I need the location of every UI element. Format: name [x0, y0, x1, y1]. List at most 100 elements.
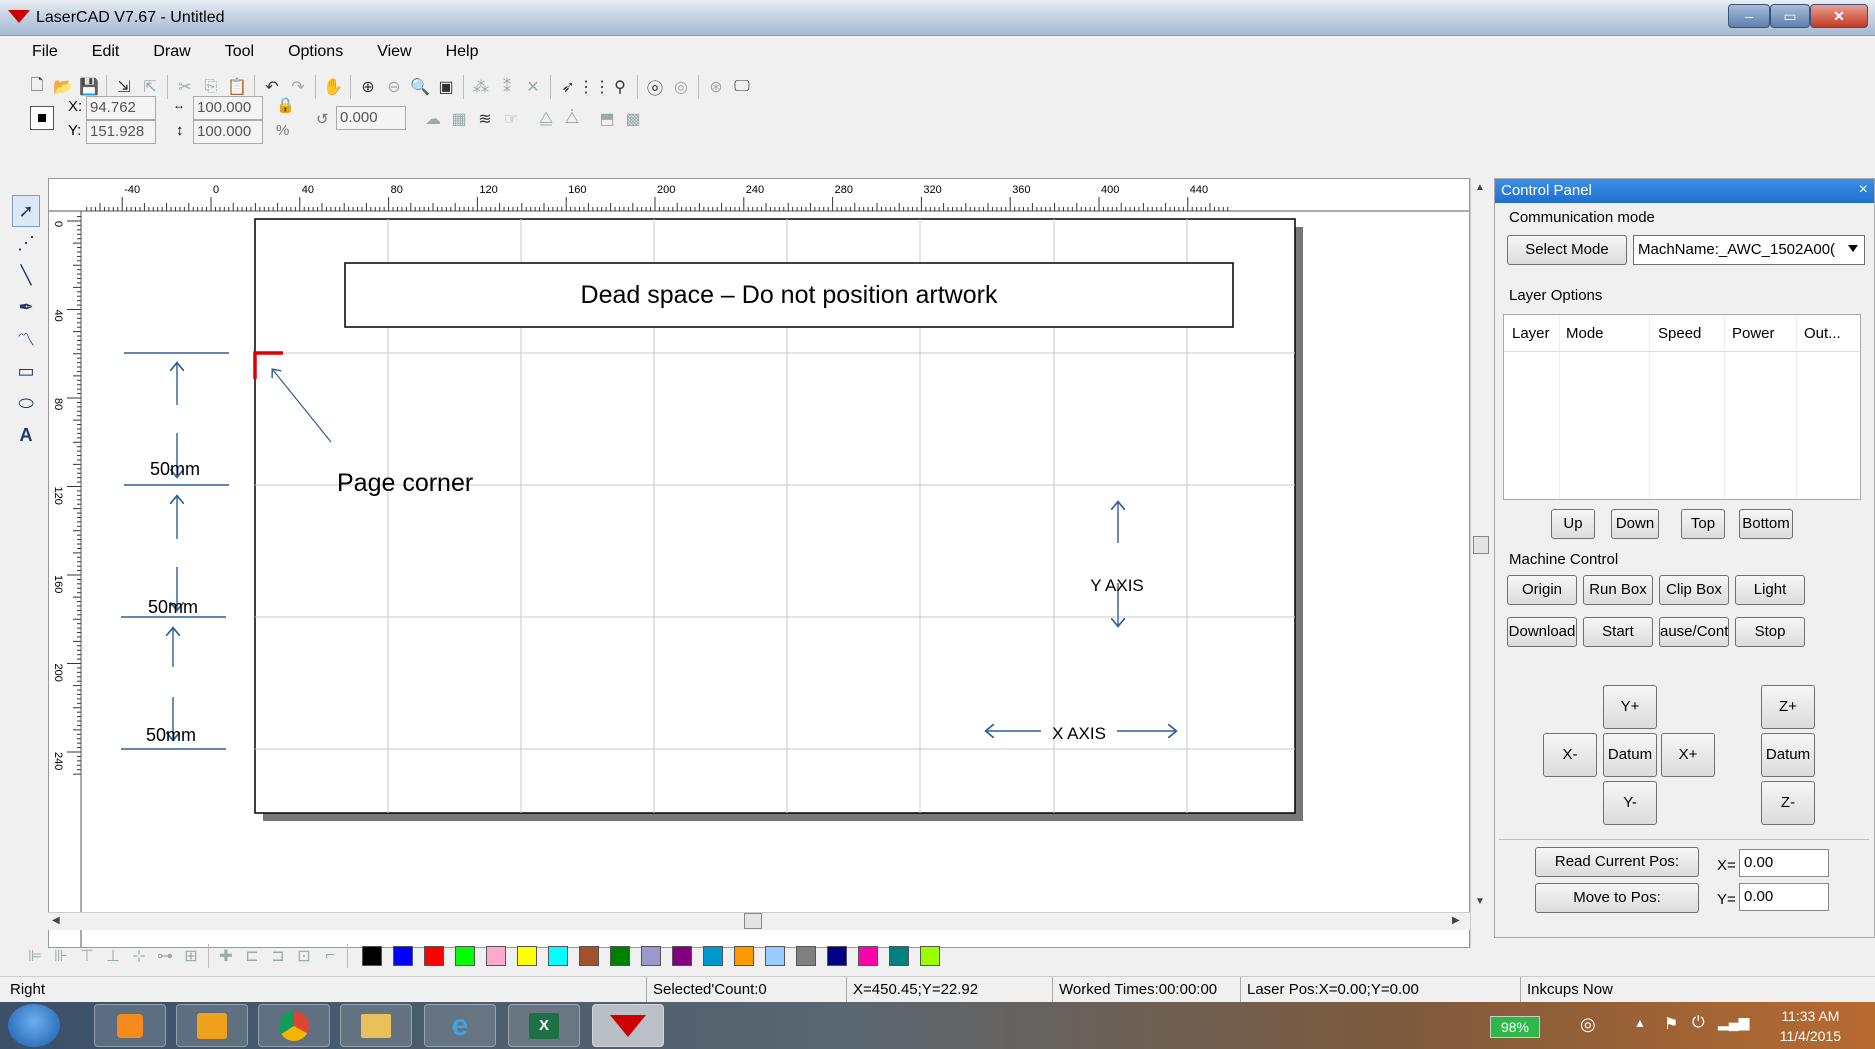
horizontal-scrollbar[interactable]: ◀ ▶ [48, 912, 1470, 930]
height-field[interactable]: 100.000 [193, 120, 263, 144]
control-panel-close-icon[interactable]: × [1859, 181, 1868, 199]
tray-expand-icon[interactable]: ▲ [1634, 1016, 1646, 1030]
jog-z-minus-button[interactable]: Z- [1761, 781, 1815, 825]
color-swatch[interactable] [734, 946, 754, 966]
pen-tool-icon[interactable]: ✒ [12, 291, 40, 323]
drawing-canvas[interactable]: -40 0 40 80 120 160 200 240 280 320 360 400 440 0 40 80… [48, 178, 1470, 948]
pause-continue-button[interactable]: ause/Continu [1659, 617, 1729, 647]
scroll-right-icon[interactable]: ▶ [1452, 915, 1460, 926]
width-field[interactable]: 100.000 [193, 96, 263, 120]
layer-down-button[interactable]: Down [1611, 509, 1659, 539]
jog-x-plus-button[interactable]: X+ [1661, 733, 1715, 777]
stop-button[interactable]: Stop [1735, 617, 1805, 647]
y-pos-field[interactable]: 0.00 [1739, 883, 1829, 911]
color-swatch[interactable] [703, 946, 723, 966]
color-swatch[interactable] [920, 946, 940, 966]
menu-edit[interactable]: Edit [70, 40, 132, 66]
excel-icon[interactable]: X [508, 1004, 580, 1047]
x-position-field[interactable]: 94.762 [86, 96, 156, 120]
color-swatch[interactable] [827, 946, 847, 966]
color-swatch[interactable] [765, 946, 785, 966]
menu-file[interactable]: File [8, 40, 70, 66]
menu-options[interactable]: Options [266, 40, 355, 66]
download-button[interactable]: Download [1507, 617, 1577, 647]
lasercad-taskbar-icon[interactable] [592, 1004, 664, 1047]
clip-box-button[interactable]: Clip Box [1659, 575, 1729, 605]
rectangle-tool-icon[interactable]: ▭ [12, 355, 40, 387]
origin-button[interactable]: Origin [1507, 575, 1577, 605]
z-datum-button[interactable]: Datum [1761, 733, 1815, 777]
hand-tool-icon[interactable]: ☞ [498, 106, 524, 132]
curve-tool-icon[interactable]: 〽 [12, 323, 40, 355]
lock-icon[interactable]: 🔒 [276, 96, 295, 114]
jog-x-minus-button[interactable]: X- [1543, 733, 1597, 777]
align-hcenter-icon[interactable]: ⊶ [152, 943, 178, 969]
layer-bottom-button[interactable]: Bottom [1739, 509, 1793, 539]
align-bottom-icon[interactable]: ⊥ [100, 943, 126, 969]
close-button[interactable]: ✕ [1810, 4, 1868, 28]
same-size-icon[interactable]: ⊡ [291, 943, 317, 969]
align-vcenter-icon[interactable]: ⊹ [126, 943, 152, 969]
color-swatch[interactable] [610, 946, 630, 966]
vertical-scrollbar[interactable]: ▲ ▼ [1470, 178, 1490, 948]
internet-explorer-icon[interactable]: e [424, 1004, 496, 1047]
battery-indicator[interactable]: 98% [1490, 1016, 1540, 1038]
align-grid-icon[interactable]: ▦ [446, 106, 472, 132]
menu-draw[interactable]: Draw [131, 40, 202, 66]
machine-name-select[interactable]: MachName:_AWC_1502A00( [1633, 235, 1865, 265]
node-tool-icon[interactable]: ⋰ [12, 227, 40, 259]
horizontal-scroll-thumb[interactable] [744, 913, 762, 929]
layer-top-button[interactable]: Top [1681, 509, 1725, 539]
color-swatch[interactable] [672, 946, 692, 966]
jog-y-plus-button[interactable]: Y+ [1603, 685, 1657, 729]
color-swatch[interactable] [796, 946, 816, 966]
align-top-icon[interactable]: ⊤ [74, 943, 100, 969]
anchor-point-icon[interactable] [30, 106, 54, 130]
light-button[interactable]: Light [1735, 575, 1805, 605]
power-plug-icon[interactable]: ⏻ [1692, 1014, 1705, 1032]
color-swatch[interactable] [889, 946, 909, 966]
outlook-icon[interactable] [176, 1004, 248, 1047]
minimize-button[interactable]: – [1728, 4, 1770, 28]
same-width-icon[interactable]: ⊏ [239, 943, 265, 969]
mirror-horizontal-icon[interactable]: ⧋ [533, 106, 559, 132]
flag-icon[interactable]: ⚑ [1664, 1014, 1678, 1034]
arrange-icon[interactable]: ⌐ [317, 943, 343, 969]
distribute-icon[interactable]: ✚ [213, 943, 239, 969]
y-position-field[interactable]: 151.928 [86, 120, 156, 144]
clock[interactable]: 11:33 AM 11/4/2015 [1780, 1006, 1841, 1046]
color-swatch[interactable] [517, 946, 537, 966]
select-mode-button[interactable]: Select Mode [1507, 235, 1627, 265]
x-pos-field[interactable]: 0.00 [1739, 849, 1829, 877]
line-tool-icon[interactable]: ╲ [12, 259, 40, 291]
color-swatch[interactable] [455, 946, 475, 966]
align-right-icon[interactable]: ⊪ [48, 943, 74, 969]
menu-tool[interactable]: Tool [203, 40, 266, 66]
weld-icon[interactable]: ☁ [420, 106, 446, 132]
jog-y-minus-button[interactable]: Y- [1603, 781, 1657, 825]
color-swatch[interactable] [579, 946, 599, 966]
align-center-icon[interactable]: ⊞ [178, 943, 204, 969]
chrome-icon[interactable] [258, 1004, 330, 1047]
media-app-icon[interactable] [94, 1004, 166, 1047]
file-explorer-icon[interactable] [340, 1004, 412, 1047]
align-left-icon[interactable]: ⊫ [22, 943, 48, 969]
signal-bars-icon[interactable]: ▂▄▆ [1718, 1014, 1749, 1031]
ellipse-tool-icon[interactable]: ⬭ [12, 387, 40, 419]
maximize-button[interactable]: ▭ [1770, 4, 1810, 28]
color-swatch[interactable] [548, 946, 568, 966]
network-icon[interactable]: ◎ [1580, 1014, 1596, 1035]
color-swatch[interactable] [641, 946, 661, 966]
dither-icon[interactable]: ▩ [620, 106, 646, 132]
read-current-pos-button[interactable]: Read Current Pos: [1535, 847, 1699, 877]
menu-view[interactable]: View [355, 40, 423, 66]
start-button[interactable]: Start [1583, 617, 1653, 647]
scroll-left-icon[interactable]: ◀ [52, 915, 60, 926]
same-height-icon[interactable]: ⊐ [265, 943, 291, 969]
color-swatch[interactable] [362, 946, 382, 966]
color-swatch[interactable] [393, 946, 413, 966]
color-swatch[interactable] [424, 946, 444, 966]
start-button-icon[interactable] [8, 1004, 60, 1047]
move-to-pos-button[interactable]: Move to Pos: [1535, 883, 1699, 913]
bitmap-icon[interactable]: ⬒ [594, 106, 620, 132]
